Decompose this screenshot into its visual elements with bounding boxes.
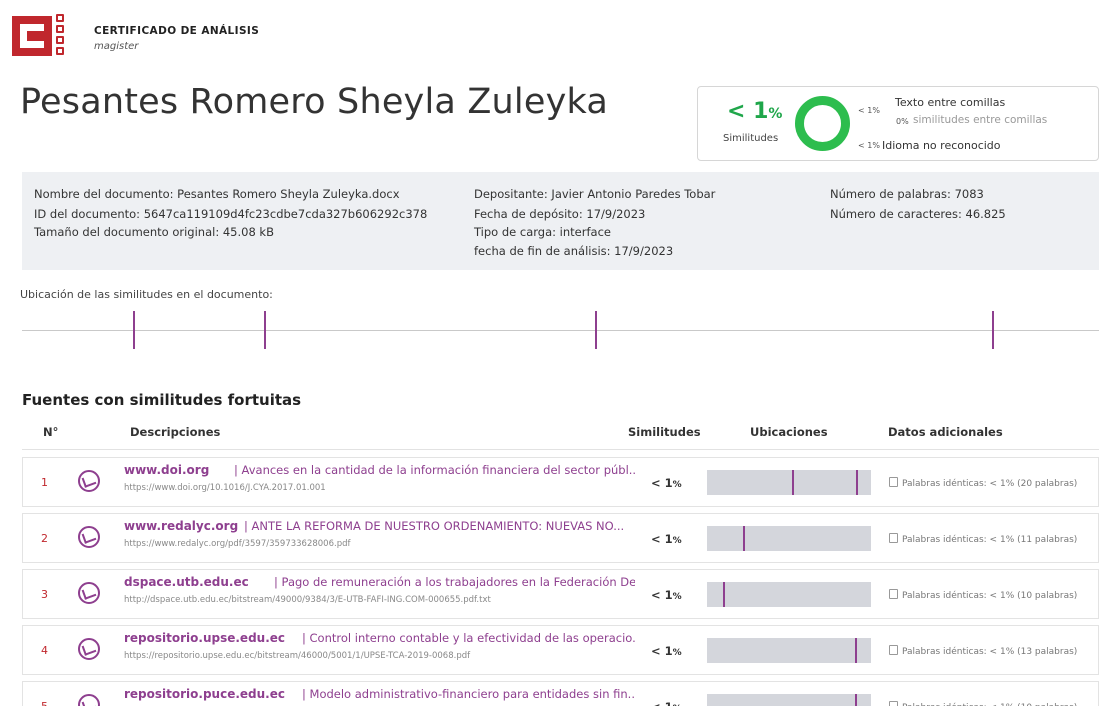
location-mark xyxy=(992,311,994,349)
source-extra: Palabras idénticas: < 1% (10 palabras) xyxy=(889,589,1077,601)
location-mark xyxy=(264,311,266,349)
depositor-row: Depositante: Javier Antonio Paredes Toba… xyxy=(474,187,716,201)
globe-icon xyxy=(78,470,100,492)
doc-name-row: Nombre del documento: Pesantes Romero Sh… xyxy=(34,187,400,201)
source-similarity: < 1% xyxy=(651,700,682,706)
stat-label-quoted-sim: similitudes entre comillas xyxy=(913,114,1048,126)
certificate-title: CERTIFICADO DE ANÁLISIS xyxy=(94,25,260,37)
char-count-row: Número de caracteres: 46.825 xyxy=(830,207,1006,221)
source-location-mark xyxy=(743,526,745,551)
doc-size-row: Tamaño del documento original: 45.08 kB xyxy=(34,225,274,239)
author-name: Pesantes Romero Sheyla Zuleyka xyxy=(20,82,608,122)
location-mark xyxy=(595,311,597,349)
source-description[interactable]: | ANTE LA REFORMA DE NUESTRO ORDENAMIENT… xyxy=(244,519,635,533)
source-location-mark xyxy=(792,470,794,495)
certificate-subtitle: magister xyxy=(94,41,139,52)
source-location-mark xyxy=(856,470,858,495)
globe-icon xyxy=(78,638,100,660)
logo-letters-icon xyxy=(56,14,66,60)
source-location-mark xyxy=(855,694,857,706)
source-description[interactable]: | Avances en la cantidad de la informaci… xyxy=(234,463,635,477)
similarity-label: Similitudes xyxy=(723,133,779,144)
source-similarity: < 1% xyxy=(651,476,682,490)
source-location-bar xyxy=(707,526,871,551)
source-domain[interactable]: www.redalyc.org xyxy=(124,519,238,533)
stat-value-quoted-sim: 0% xyxy=(896,117,909,126)
location-mark xyxy=(133,311,135,349)
source-similarity: < 1% xyxy=(651,532,682,546)
upload-type-row: Tipo de carga: interface xyxy=(474,225,611,239)
col-header-desc: Descripciones xyxy=(130,425,221,439)
source-domain[interactable]: dspace.utb.edu.ec xyxy=(124,575,249,589)
col-header-extra: Datos adicionales xyxy=(888,425,1003,439)
source-description[interactable]: | Modelo administrativo-financiero para … xyxy=(302,687,635,701)
source-location-bar xyxy=(707,694,871,706)
source-location-bar xyxy=(707,638,871,663)
source-location-bar xyxy=(707,582,871,607)
source-url[interactable]: https://www.doi.org/10.1016/J.CYA.2017.0… xyxy=(124,483,326,493)
stat-label-language: Idioma no reconocido xyxy=(882,139,1001,152)
copy-icon xyxy=(889,701,898,706)
globe-icon xyxy=(78,582,100,604)
source-similarity: < 1% xyxy=(651,588,682,602)
source-number: 2 xyxy=(41,532,48,545)
source-location-mark xyxy=(855,638,857,663)
source-extra: Palabras idénticas: < 1% (20 palabras) xyxy=(889,477,1077,489)
source-number: 4 xyxy=(41,644,48,657)
source-description[interactable]: | Control interno contable y la efectivi… xyxy=(302,631,635,645)
copy-icon xyxy=(889,645,898,655)
source-similarity: < 1% xyxy=(651,644,682,658)
similarity-value: < 1% xyxy=(727,99,783,124)
end-date-row: fecha de fin de análisis: 17/9/2023 xyxy=(474,244,674,258)
location-title: Ubicación de las similitudes en el docum… xyxy=(20,288,273,301)
globe-icon xyxy=(78,694,100,706)
word-count-row: Número de palabras: 7083 xyxy=(830,187,984,201)
source-extra: Palabras idénticas: < 1% (13 palabras) xyxy=(889,645,1077,657)
source-domain[interactable]: repositorio.upse.edu.ec xyxy=(124,631,285,645)
source-url[interactable]: https://www.redalyc.org/pdf/3597/3597336… xyxy=(124,539,350,549)
col-header-num: N° xyxy=(43,425,59,439)
app-logo xyxy=(12,16,52,56)
similarity-ring-icon xyxy=(795,96,850,151)
globe-icon xyxy=(78,526,100,548)
location-line xyxy=(22,330,1099,331)
copy-icon xyxy=(889,477,898,487)
stat-value-language: < 1% xyxy=(858,141,880,150)
stat-value-quotes: < 1% xyxy=(858,106,880,115)
source-number: 3 xyxy=(41,588,48,601)
source-row[interactable]: 4 repositorio.upse.edu.ec | Control intern… xyxy=(22,625,1099,675)
copy-icon xyxy=(889,533,898,543)
copy-icon xyxy=(889,589,898,599)
source-extra: Palabras idénticas: < 1% (10 palabras) xyxy=(889,701,1077,706)
source-location-bar xyxy=(707,470,871,495)
stat-label-quotes: Texto entre comillas xyxy=(895,96,1006,109)
source-number: 5 xyxy=(41,700,48,706)
source-extra: Palabras idénticas: < 1% (11 palabras) xyxy=(889,533,1077,545)
source-url[interactable]: https://repositorio.upse.edu.ec/bitstrea… xyxy=(124,651,470,661)
source-domain[interactable]: www.doi.org xyxy=(124,463,209,477)
doc-id-row: ID del documento: 5647ca119109d4fc23cdbe… xyxy=(34,207,428,221)
similarity-summary: < 1% Similitudes < 1% Texto entre comill… xyxy=(697,86,1099,161)
source-url[interactable]: http://dspace.utb.edu.ec/bitstream/49000… xyxy=(124,595,491,605)
source-row[interactable]: 2 www.redalyc.org | ANTE LA REFORMA DE NUE… xyxy=(22,513,1099,563)
col-header-sim: Similitudes xyxy=(628,425,701,439)
source-description[interactable]: | Pago de remuneración a los trabajadore… xyxy=(274,575,635,589)
source-location-mark xyxy=(723,582,725,607)
document-info-panel: Nombre del documento: Pesantes Romero Sh… xyxy=(22,172,1099,270)
sources-title: Fuentes con similitudes fortuitas xyxy=(22,391,302,409)
header-divider xyxy=(22,449,1099,450)
source-row[interactable]: 1 www.doi.org | Avances en la cantidad de … xyxy=(22,457,1099,507)
col-header-loc: Ubicaciones xyxy=(750,425,828,439)
source-row[interactable]: 5 repositorio.puce.edu.ec | Modelo adminis… xyxy=(22,681,1099,706)
source-number: 1 xyxy=(41,476,48,489)
source-row[interactable]: 3 dspace.utb.edu.ec | Pago de remuneración… xyxy=(22,569,1099,619)
deposit-date-row: Fecha de depósito: 17/9/2023 xyxy=(474,207,646,221)
source-domain[interactable]: repositorio.puce.edu.ec xyxy=(124,687,285,701)
